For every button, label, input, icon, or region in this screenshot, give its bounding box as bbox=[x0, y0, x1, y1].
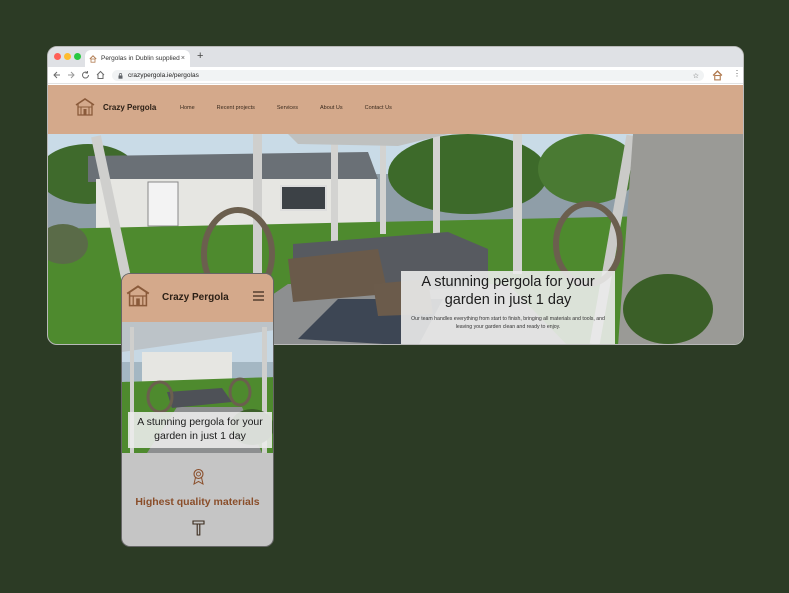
site-favicon-icon bbox=[89, 54, 97, 63]
award-ribbon-icon bbox=[193, 468, 204, 485]
hamburger-menu-icon[interactable] bbox=[252, 290, 265, 302]
hammer-icon bbox=[192, 520, 205, 536]
brand-logo-icon[interactable] bbox=[75, 97, 95, 117]
mobile-brand-logo-icon[interactable] bbox=[126, 284, 150, 308]
bookmark-star-icon[interactable]: ☆ bbox=[693, 72, 699, 80]
feature-title: Highest quality materials bbox=[135, 496, 260, 508]
lock-icon bbox=[118, 72, 123, 79]
browser-tab[interactable]: Pergolas in Dublin supplied × bbox=[85, 50, 190, 67]
maximize-window-button[interactable] bbox=[74, 53, 81, 60]
nav-link-about-us[interactable]: About Us bbox=[320, 105, 343, 111]
mobile-hero-section: A stunning pergola for your garden in ju… bbox=[122, 322, 273, 453]
mobile-view: Crazy Pergola A stunning pergola for you… bbox=[121, 273, 274, 547]
extension-icon[interactable] bbox=[712, 70, 723, 81]
nav-link-contact-us[interactable]: Contact Us bbox=[365, 105, 392, 111]
address-bar[interactable]: crazypergola.ie/pergolas ☆ bbox=[112, 70, 704, 81]
site-header: Crazy Pergola Home Recent projects Servi… bbox=[48, 85, 743, 134]
hero-card: A stunning pergola for your garden in ju… bbox=[401, 271, 615, 344]
hero-subtitle: Our team handles everything from start t… bbox=[411, 316, 605, 330]
main-nav: Home Recent projects Services About Us C… bbox=[180, 105, 392, 111]
browser-menu-icon[interactable]: ⋮ bbox=[733, 69, 741, 78]
url-text: crazypergola.ie/pergolas bbox=[128, 72, 199, 79]
mobile-header: Crazy Pergola bbox=[122, 274, 273, 322]
nav-link-home[interactable]: Home bbox=[180, 105, 195, 111]
reload-icon[interactable] bbox=[81, 70, 90, 80]
tab-close-icon[interactable]: × bbox=[181, 55, 185, 62]
home-icon[interactable] bbox=[96, 70, 105, 80]
nav-link-services[interactable]: Services bbox=[277, 105, 298, 111]
browser-toolbar: crazypergola.ie/pergolas ☆ ⋮ bbox=[48, 67, 743, 84]
mobile-hero-title: A stunning pergola for your garden in ju… bbox=[137, 416, 263, 442]
hero-title: A stunning pergola for your garden in ju… bbox=[421, 274, 595, 308]
nav-link-recent-projects[interactable]: Recent projects bbox=[217, 105, 255, 111]
forward-arrow-icon[interactable] bbox=[67, 70, 75, 80]
mobile-hero-card: A stunning pergola for your garden in ju… bbox=[128, 412, 272, 448]
close-window-button[interactable] bbox=[54, 53, 61, 60]
minimize-window-button[interactable] bbox=[64, 53, 71, 60]
mobile-brand-name[interactable]: Crazy Pergola bbox=[162, 292, 229, 303]
tab-title: Pergolas in Dublin supplied bbox=[101, 55, 180, 62]
back-arrow-icon[interactable] bbox=[53, 70, 61, 80]
brand-name[interactable]: Crazy Pergola bbox=[103, 103, 156, 112]
tab-bar: Pergolas in Dublin supplied × + bbox=[48, 47, 743, 67]
new-tab-button[interactable]: + bbox=[197, 50, 203, 62]
